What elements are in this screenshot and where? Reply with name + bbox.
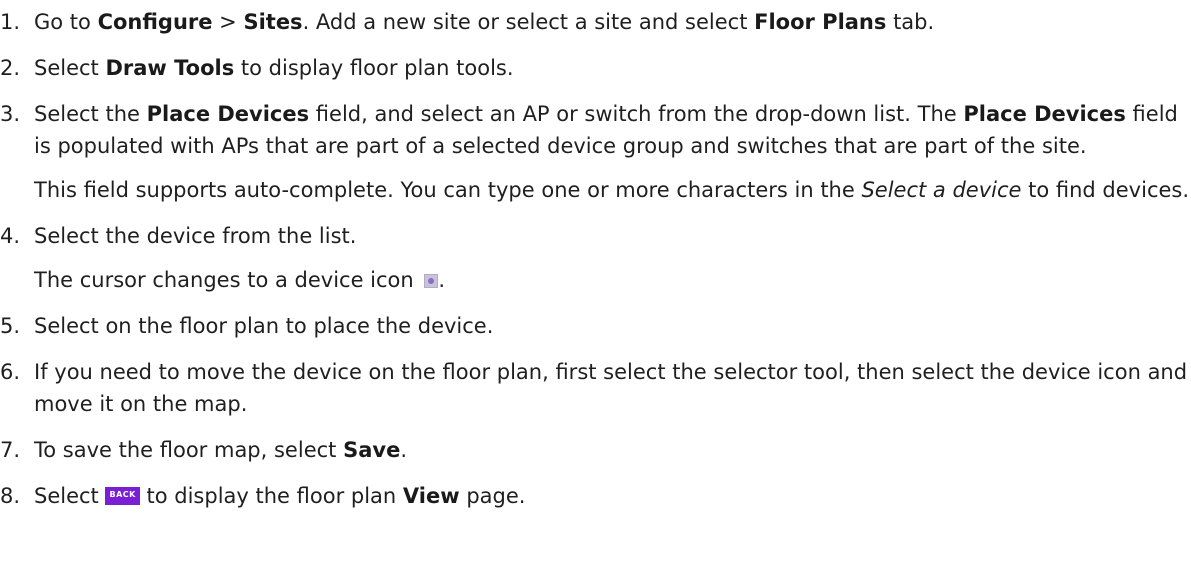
text-run: . Add a new site or select a site and se…	[302, 10, 755, 34]
procedure-steps: 1. Go to Configure > Sites. Add a new si…	[0, 0, 1191, 512]
ui-term-place-devices: Place Devices	[146, 102, 310, 126]
ui-term-sites: Sites	[243, 10, 303, 34]
text-run: to display the floor plan	[139, 484, 403, 508]
step-text: Select the device from the list.	[34, 220, 1191, 252]
ui-term-floor-plans: Floor Plans	[754, 10, 887, 34]
step-text: Select Draw Tools to display floor plan …	[34, 52, 1191, 84]
step-number: 1.	[0, 10, 21, 34]
step-2: 2. Select Draw Tools to display floor pl…	[0, 52, 1191, 84]
text-run: to find devices.	[1021, 178, 1190, 202]
ui-term-draw-tools: Draw Tools	[105, 56, 235, 80]
text-run: If you need to move the device on the fl…	[34, 360, 1188, 416]
step-note: This field supports auto-complete. You c…	[34, 174, 1191, 206]
ui-term-view: View	[402, 484, 460, 508]
text-run: Select the	[34, 102, 147, 126]
step-note: The cursor changes to a device icon .	[34, 264, 1191, 296]
back-button-icon: BACK	[105, 487, 140, 505]
step-4: 4. Select the device from the list. The …	[0, 220, 1191, 296]
step-8: 8. Select BACK to display the floor plan…	[0, 480, 1191, 512]
text-run: Select the device from the list.	[34, 224, 357, 248]
ui-term-save: Save	[343, 438, 401, 462]
step-text: Select the Place Devices field, and sele…	[34, 98, 1191, 162]
text-run: To save the floor map, select	[34, 438, 344, 462]
text-run: Select	[34, 484, 106, 508]
step-3: 3. Select the Place Devices field, and s…	[0, 98, 1191, 206]
step-number: 6.	[0, 360, 21, 384]
ui-term-select-a-device: Select a device	[861, 178, 1022, 202]
text-run: This field supports auto-complete. You c…	[34, 178, 862, 202]
step-text: Select BACK to display the floor plan Vi…	[34, 480, 1191, 512]
step-6: 6. If you need to move the device on the…	[0, 356, 1191, 420]
ui-term-place-devices: Place Devices	[963, 102, 1126, 126]
text-run: tab.	[886, 10, 935, 34]
step-number: 8.	[0, 484, 21, 508]
step-1: 1. Go to Configure > Sites. Add a new si…	[0, 6, 1191, 38]
text-run: .	[400, 438, 407, 462]
text-run: field, and select an AP or switch from t…	[309, 102, 964, 126]
text-run: Select	[34, 56, 106, 80]
step-number: 5.	[0, 314, 21, 338]
text-run: The cursor changes to a device icon	[34, 268, 421, 292]
text-run: >	[212, 10, 244, 34]
text-run: page.	[459, 484, 526, 508]
step-5: 5. Select on the floor plan to place the…	[0, 310, 1191, 342]
step-text: Go to Configure > Sites. Add a new site …	[34, 6, 1191, 38]
step-number: 4.	[0, 224, 21, 248]
ui-term-configure: Configure	[97, 10, 213, 34]
device-icon	[424, 274, 439, 288]
step-7: 7. To save the floor map, select Save.	[0, 434, 1191, 466]
step-number: 2.	[0, 56, 21, 80]
step-number: 7.	[0, 438, 21, 462]
text-run: .	[438, 268, 446, 292]
text-run: to display floor plan tools.	[234, 56, 514, 80]
step-text: To save the floor map, select Save.	[34, 434, 1191, 466]
text-run: Go to	[34, 10, 98, 34]
step-text: Select on the floor plan to place the de…	[34, 310, 1191, 342]
step-number: 3.	[0, 102, 21, 126]
step-text: If you need to move the device on the fl…	[34, 356, 1191, 420]
text-run: Select on the floor plan to place the de…	[34, 314, 494, 338]
